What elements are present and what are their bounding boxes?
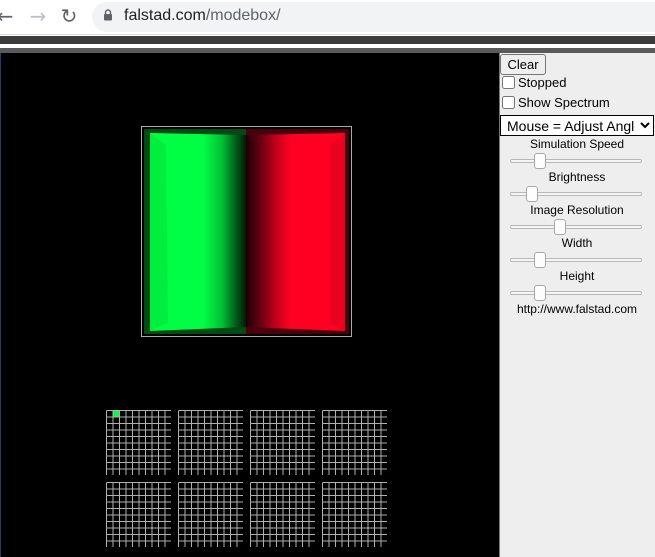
slider-thumb[interactable] xyxy=(526,186,538,202)
slider-label-0: Simulation Speed xyxy=(529,137,625,151)
mode-grid-6[interactable] xyxy=(250,482,315,547)
slider-4[interactable] xyxy=(510,285,642,303)
slider-label-1: Brightness xyxy=(548,170,606,184)
url-path: /modebox/ xyxy=(205,7,281,24)
back-arrow-icon[interactable]: ← xyxy=(0,4,16,28)
show-spectrum-label: Show Spectrum xyxy=(518,95,610,110)
slider-thumb[interactable] xyxy=(534,285,546,301)
mode-grid-3[interactable] xyxy=(322,410,387,475)
mode-grid-5[interactable] xyxy=(178,482,243,547)
stopped-label: Stopped xyxy=(518,75,567,90)
slider-track[interactable] xyxy=(510,258,642,262)
mode-grid-4[interactable] xyxy=(106,482,171,547)
page-header-strip xyxy=(0,36,655,44)
simulation-canvas[interactable] xyxy=(0,53,499,557)
toolbar-divider xyxy=(0,34,655,35)
mode-grid-0[interactable] xyxy=(106,410,171,475)
falstad-link[interactable]: http://www.falstad.com xyxy=(500,302,654,316)
mode-grid-2[interactable] xyxy=(250,410,315,475)
slider-thumb[interactable] xyxy=(554,219,566,235)
slider-3[interactable] xyxy=(510,252,642,270)
mode-grid-7[interactable] xyxy=(322,482,387,547)
stopped-row[interactable]: Stopped xyxy=(502,75,566,90)
address-text: falstad.com/modebox/ xyxy=(124,7,281,25)
control-panel: Clear Stopped Show Spectrum Mouse = Adju… xyxy=(499,53,655,557)
slider-thumb[interactable] xyxy=(534,153,546,169)
forward-arrow-icon[interactable]: → xyxy=(27,4,49,28)
slider-thumb[interactable] xyxy=(534,252,546,268)
mode-field-plot xyxy=(144,129,349,334)
slider-2[interactable] xyxy=(510,219,642,237)
slider-0[interactable] xyxy=(510,153,642,171)
slider-label-4: Height xyxy=(559,269,595,283)
lock-icon xyxy=(104,9,112,21)
mouse-mode-select[interactable]: Mouse = Adjust Angle xyxy=(500,115,654,136)
green-inner-fold xyxy=(150,133,168,331)
mode-box-view[interactable] xyxy=(141,126,352,337)
clear-button[interactable]: Clear xyxy=(500,54,546,75)
slider-label-2: Image Resolution xyxy=(530,203,624,217)
slider-track[interactable] xyxy=(510,225,642,229)
mode-grid-1[interactable] xyxy=(178,410,243,475)
reload-icon[interactable]: ↻ xyxy=(58,4,80,28)
slider-label-3: Width xyxy=(561,236,593,250)
show-spectrum-checkbox[interactable] xyxy=(502,96,515,109)
browser-toolbar: ← → ↻ falstad.com/modebox/ xyxy=(0,0,655,34)
slider-track[interactable] xyxy=(510,159,642,163)
stopped-checkbox[interactable] xyxy=(502,76,515,89)
show-spectrum-row[interactable]: Show Spectrum xyxy=(502,95,610,110)
slider-1[interactable] xyxy=(510,186,642,204)
red-inner-fold xyxy=(330,133,345,331)
slider-track[interactable] xyxy=(510,291,642,295)
url-host: falstad.com xyxy=(124,7,206,24)
selected-mode-cell[interactable] xyxy=(113,410,120,418)
